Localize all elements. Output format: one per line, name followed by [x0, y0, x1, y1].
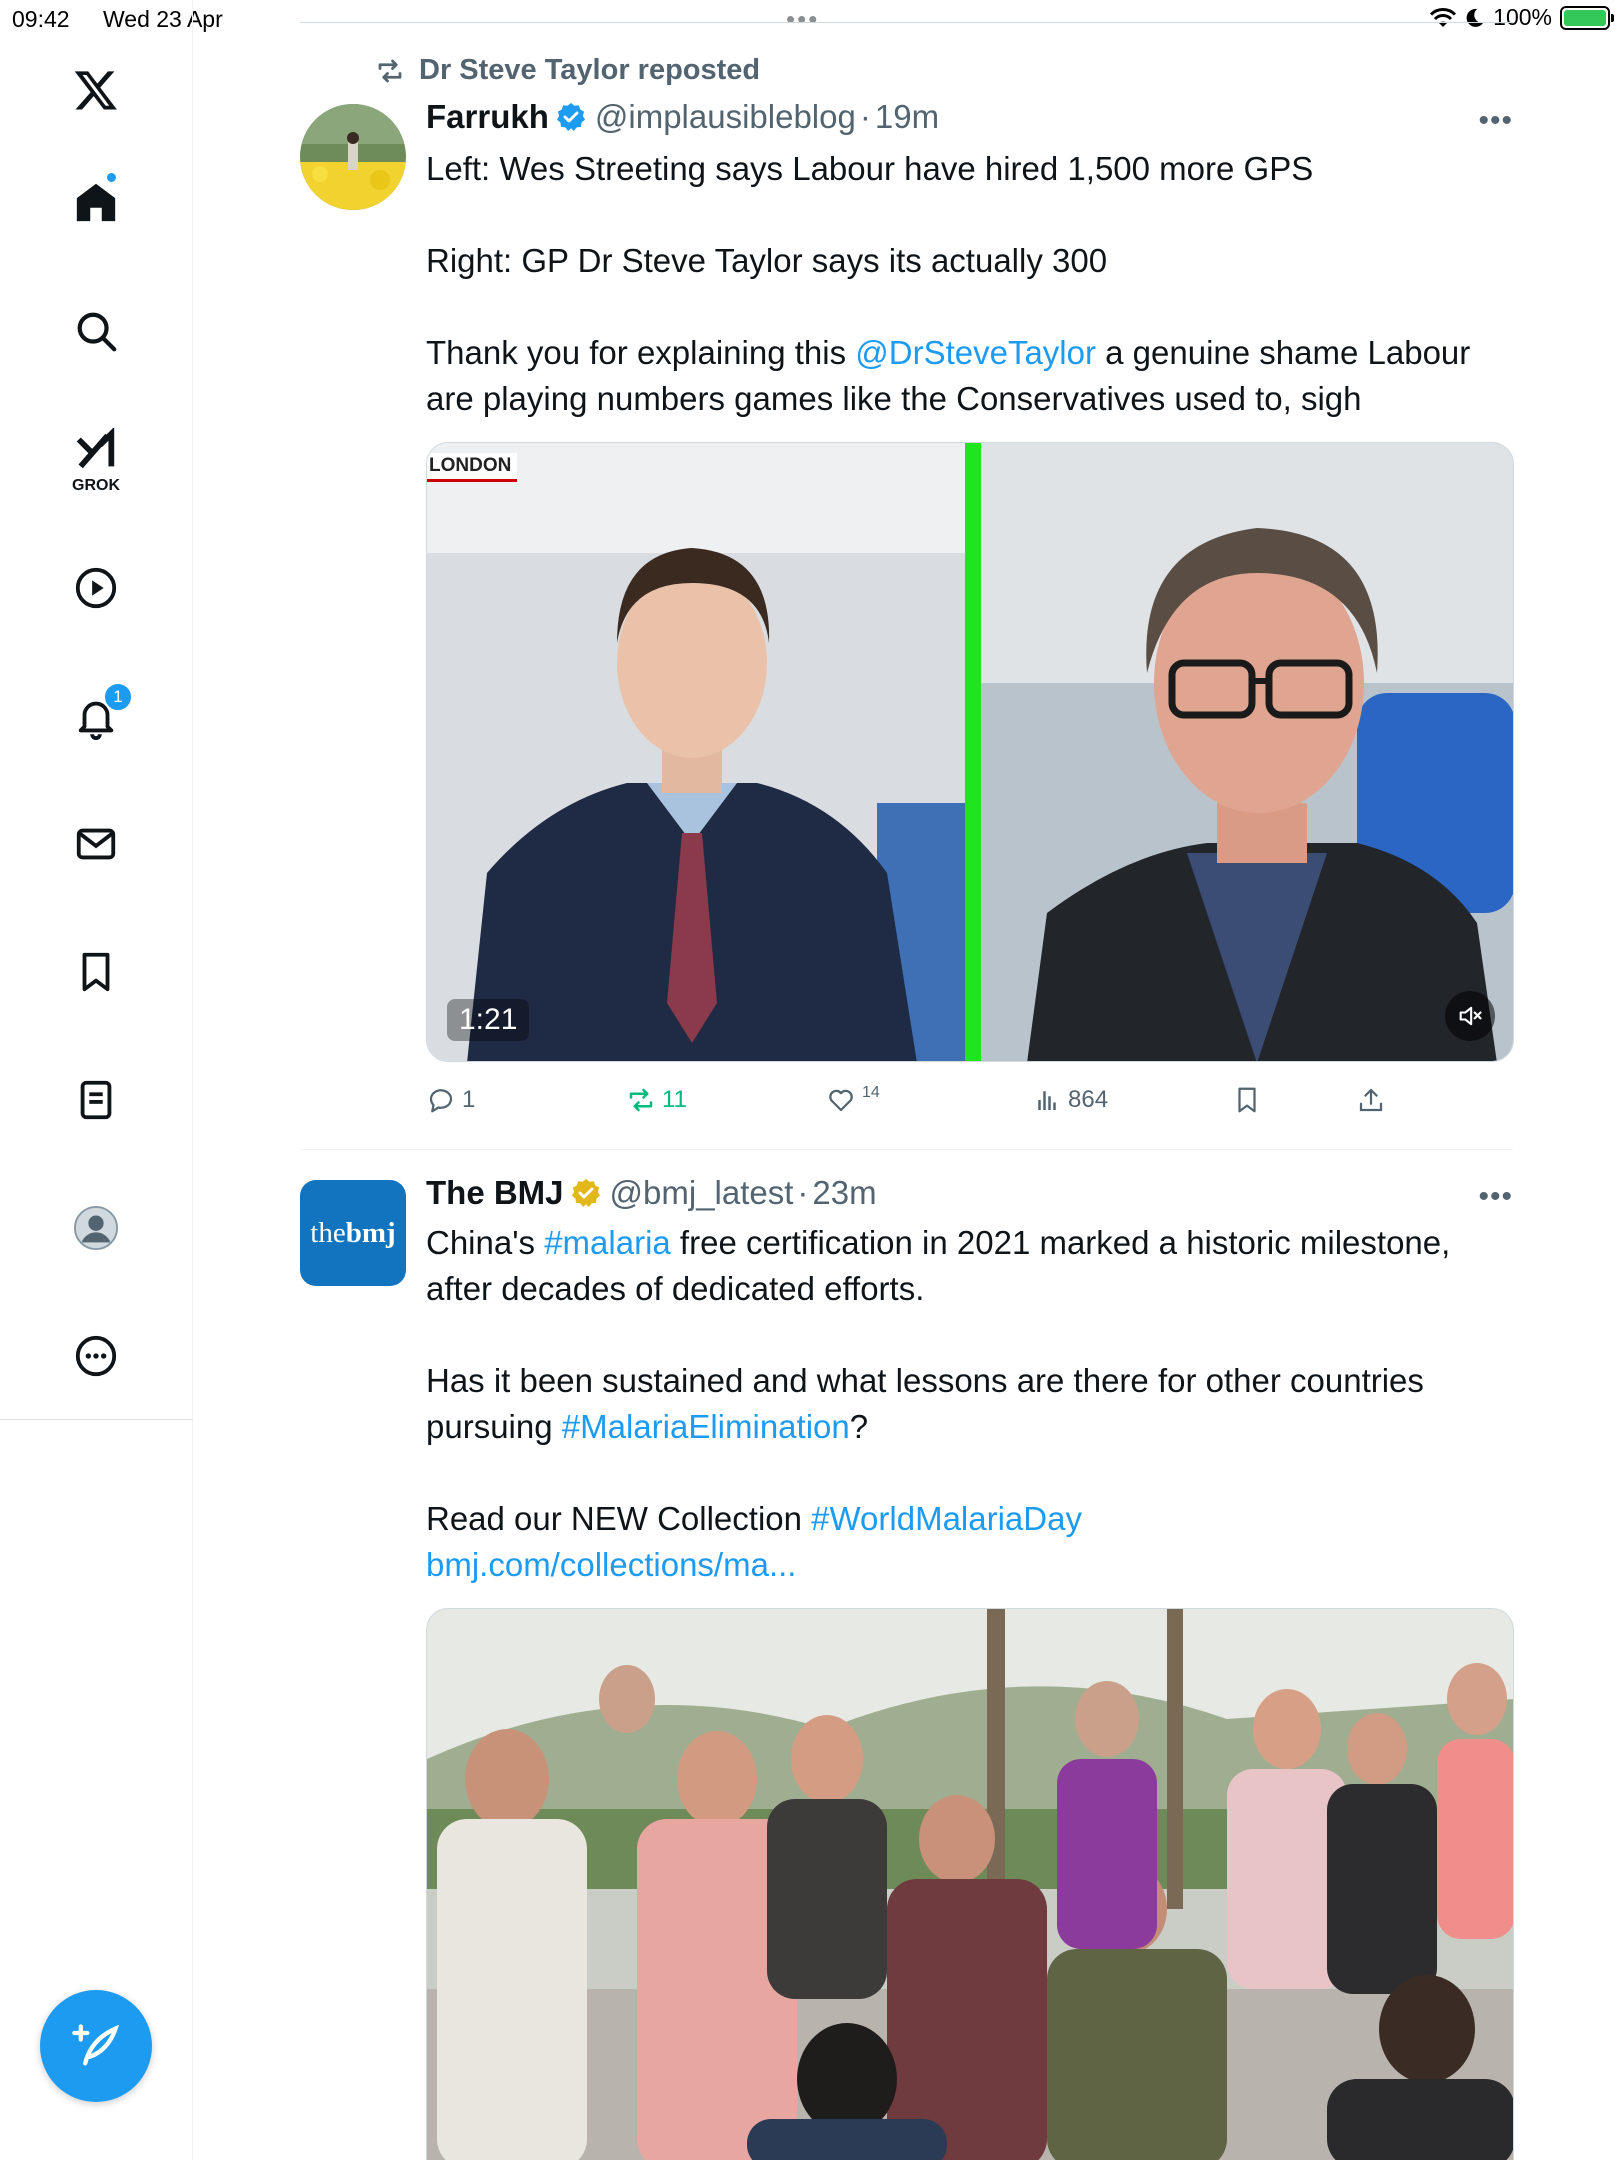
- video-play-icon[interactable]: [61, 553, 131, 623]
- like-button[interactable]: 14: [826, 1084, 880, 1115]
- tweet-blank-line: [426, 1312, 1506, 1358]
- status-bar: 09:42 Wed 23 Apr ••• 100%: [0, 0, 1620, 40]
- hashtag-link[interactable]: #MalariaElimination: [562, 1408, 850, 1445]
- photo-crowd: [427, 1609, 1513, 2160]
- tweet-line: Read our NEW Collection #WorldMalariaDay: [426, 1496, 1506, 1542]
- battery-percent: 100%: [1493, 4, 1552, 30]
- url-link[interactable]: bmj.com/collections/ma...: [426, 1546, 796, 1583]
- tweet-video[interactable]: LONDON 1:21: [426, 442, 1514, 1062]
- bookmark-small-icon: [1238, 1087, 1256, 1113]
- author-handle[interactable]: @bmj_latest: [610, 1174, 794, 1212]
- moon-icon: [1466, 8, 1484, 27]
- sidebar: GROK 1: [0, 0, 193, 2160]
- reply-button[interactable]: 1: [426, 1085, 475, 1115]
- tweet-separator: [300, 1149, 1513, 1150]
- profile-avatar-icon[interactable]: [61, 1193, 131, 1263]
- author-handle[interactable]: @implausibleblog: [595, 98, 856, 136]
- header-dot: ·: [859, 98, 871, 135]
- lists-icon[interactable]: [61, 1065, 131, 1135]
- like-count: 14: [862, 1084, 880, 1101]
- mute-button[interactable]: [1445, 991, 1495, 1041]
- repost-small-icon: [378, 59, 402, 82]
- share-button[interactable]: [1356, 1085, 1386, 1115]
- share-icon: [1359, 1088, 1383, 1112]
- views-chart-icon: [1038, 1091, 1056, 1110]
- messages-envelope-icon[interactable]: [61, 809, 131, 879]
- compose-feather-icon: [72, 2024, 120, 2066]
- tweet-image[interactable]: [426, 1608, 1514, 2160]
- tweet-text: China's #malaria free certification in 2…: [426, 1220, 1506, 1588]
- post-time[interactable]: 19m: [875, 98, 939, 136]
- tweet-blank-line: [426, 1450, 1506, 1496]
- repost-button[interactable]: 11: [626, 1085, 687, 1115]
- video-frame: [427, 443, 1513, 1061]
- tweet-blank-line: [426, 284, 1506, 330]
- tweet-bmj[interactable]: thebmj The BMJ @bmj_latest · 23m ••• Chi…: [300, 1160, 1514, 2160]
- tweet-header: The BMJ @bmj_latest · 23m: [426, 1174, 877, 1212]
- grok-icon[interactable]: [61, 416, 131, 486]
- text-segment: ?: [849, 1408, 869, 1445]
- mention-link[interactable]: @DrSteveTaylor: [855, 334, 1096, 371]
- hashtag-link[interactable]: #malaria: [544, 1224, 671, 1261]
- heart-icon: [829, 1089, 853, 1112]
- tweet-header: Farrukh @implausibleblog · 19m: [426, 98, 939, 136]
- farrukh-avatar[interactable]: [300, 104, 406, 210]
- home-icon[interactable]: [61, 167, 131, 237]
- video-duration: 1:21: [447, 999, 530, 1041]
- reply-icon: [429, 1089, 453, 1113]
- status-icons: 100%: [1429, 4, 1614, 31]
- bmj-logo-bmj: bmj: [345, 1216, 396, 1249]
- grok-label: GROK: [72, 477, 120, 494]
- bmj-logo-the: the: [310, 1216, 346, 1249]
- text-segment: China's: [426, 1224, 545, 1261]
- tweet-line: Thank you for explaining this @DrSteveTa…: [426, 330, 1506, 422]
- repost-indicator: Dr Steve Taylor reposted: [375, 54, 760, 87]
- view-count: 864: [1068, 1086, 1109, 1113]
- reply-count: 1: [462, 1086, 476, 1113]
- bmj-avatar[interactable]: thebmj: [300, 1180, 406, 1286]
- home-unread-dot: [105, 171, 118, 184]
- bookmark-button[interactable]: [1232, 1085, 1262, 1115]
- text-segment: Read our NEW Collection: [426, 1500, 812, 1537]
- header-dot: ·: [797, 1174, 809, 1211]
- wifi-icon: [1430, 7, 1457, 27]
- compose-post-button[interactable]: [40, 1990, 152, 2102]
- verified-badge-icon: [556, 103, 585, 131]
- tweet-text: Left: Wes Streeting says Labour have hir…: [426, 146, 1506, 422]
- bookmark-icon[interactable]: [61, 937, 131, 1007]
- sidebar-divider: [0, 1419, 193, 1420]
- tweet-line: Right: GP Dr Steve Taylor says its actua…: [426, 242, 1108, 279]
- views-button[interactable]: 864: [1032, 1085, 1108, 1115]
- bmj-logo-text: thebmj: [310, 1217, 395, 1250]
- tweet-more-button[interactable]: •••: [1478, 104, 1513, 138]
- battery-icon: [1560, 5, 1614, 30]
- top-divider: [300, 22, 1513, 23]
- author-name[interactable]: The BMJ: [426, 1174, 564, 1212]
- repost-count: 11: [662, 1086, 687, 1113]
- tweet-line: bmj.com/collections/ma...: [426, 1542, 1506, 1588]
- more-options-icon[interactable]: [61, 1321, 131, 1391]
- text-segment: Thank you for explaining this: [426, 334, 856, 371]
- speaker-muted-icon: [1459, 1006, 1482, 1026]
- repost-icon: [629, 1088, 653, 1112]
- repost-by-label: Dr Steve Taylor reposted: [419, 54, 761, 86]
- gold-verified-badge-icon: [571, 1179, 600, 1207]
- notifications-badge: 1: [103, 682, 133, 712]
- tweet-line: China's #malaria free certification in 2…: [426, 1220, 1506, 1312]
- tweet-farrukh[interactable]: Dr Steve Taylor reposted Farrukh @implau…: [300, 52, 1514, 1142]
- multitask-handle[interactable]: •••: [786, 4, 819, 35]
- tweet-blank-line: [426, 192, 1506, 238]
- tweet-line: Left: Wes Streeting says Labour have hir…: [426, 150, 1314, 187]
- notifications-bell-icon[interactable]: 1: [61, 682, 133, 752]
- author-name[interactable]: Farrukh: [426, 98, 549, 136]
- tweet-more-button[interactable]: •••: [1478, 1180, 1513, 1214]
- tweet-actions: 1 11 14 864: [426, 1084, 1426, 1125]
- tweet-line: Has it been sustained and what lessons a…: [426, 1358, 1506, 1450]
- hashtag-link[interactable]: #WorldMalariaDay: [811, 1500, 1082, 1537]
- post-time[interactable]: 23m: [812, 1174, 876, 1212]
- x-logo-icon[interactable]: [61, 55, 131, 125]
- video-location-label: LONDON: [427, 453, 518, 482]
- search-icon[interactable]: [61, 296, 131, 366]
